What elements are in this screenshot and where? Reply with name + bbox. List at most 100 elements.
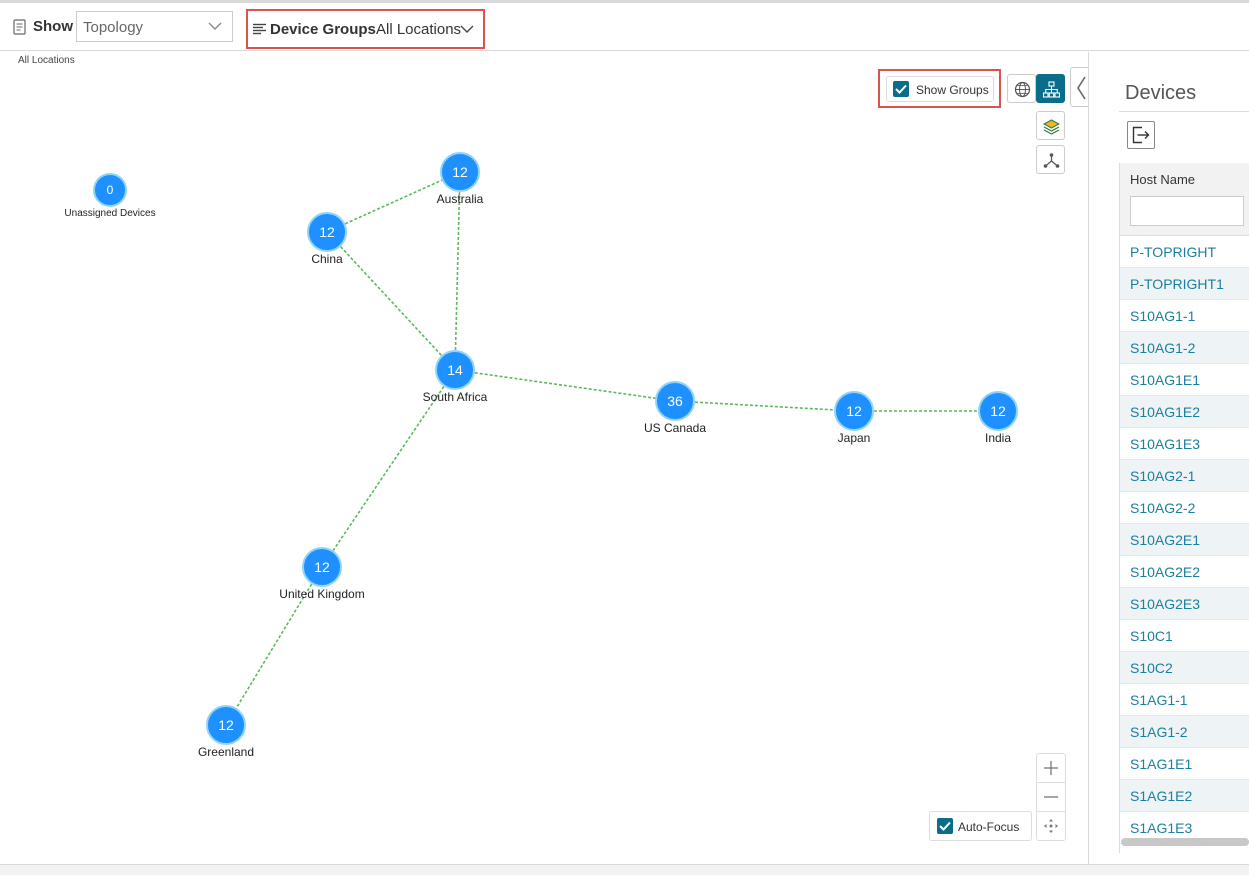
topology-map[interactable]: 0 Unassigned Devices 12 Australia 12 China 14 S… bbox=[0, 52, 1088, 864]
device-groups-label: Device Groups bbox=[270, 21, 376, 38]
checkmark-icon bbox=[895, 84, 907, 94]
host-name-link[interactable]: S1AG1-2 bbox=[1130, 724, 1188, 740]
topology-view-button[interactable] bbox=[1036, 74, 1065, 103]
table-row[interactable]: S10AG1-1 bbox=[1120, 300, 1249, 332]
host-name-link[interactable]: S10AG1E3 bbox=[1130, 436, 1200, 452]
export-icon bbox=[1132, 126, 1150, 144]
table-row[interactable]: S10AG2-2 bbox=[1120, 492, 1249, 524]
plus-icon bbox=[1044, 761, 1058, 775]
group-node-unassigned[interactable]: 0 bbox=[93, 173, 127, 207]
group-node-united-kingdom[interactable]: 12 bbox=[302, 547, 342, 587]
table-row[interactable]: S10AG2E3 bbox=[1120, 588, 1249, 620]
group-node-greenland[interactable]: 12 bbox=[206, 705, 246, 745]
link-china-south-africa[interactable] bbox=[326, 231, 456, 371]
fit-to-screen-icon bbox=[1044, 819, 1058, 833]
table-row[interactable]: P-TOPRIGHT1 bbox=[1120, 268, 1249, 300]
view-select-value: Topology bbox=[83, 19, 144, 36]
group-node-label: Greenland bbox=[197, 745, 255, 759]
host-name-link[interactable]: S10C1 bbox=[1130, 628, 1173, 644]
host-name-filter-input[interactable] bbox=[1130, 196, 1244, 226]
layers-button[interactable] bbox=[1036, 111, 1065, 140]
horizontal-scrollbar[interactable] bbox=[1121, 838, 1249, 846]
table-row[interactable]: S1AG1E1 bbox=[1120, 748, 1249, 780]
table-row[interactable]: S10AG2-1 bbox=[1120, 460, 1249, 492]
group-node-label: Unassigned Devices bbox=[64, 208, 156, 219]
table-row[interactable]: S1AG1E2 bbox=[1120, 780, 1249, 812]
link-us-canada-japan[interactable] bbox=[674, 400, 855, 412]
show-groups-toggle[interactable]: Show Groups bbox=[886, 76, 994, 102]
group-node-japan[interactable]: 12 bbox=[834, 391, 874, 431]
table-row[interactable]: S10C2 bbox=[1120, 652, 1249, 684]
export-button[interactable] bbox=[1127, 121, 1155, 149]
host-name-link[interactable]: S10AG1-2 bbox=[1130, 340, 1195, 356]
group-node-label: US Canada bbox=[643, 421, 707, 435]
panel-title: Devices bbox=[1125, 82, 1197, 104]
chevron-down-icon bbox=[208, 22, 222, 30]
topology-links bbox=[225, 171, 998, 726]
toolbar: Show Topology Device Groups All Location… bbox=[0, 3, 1249, 51]
group-node-us-canada[interactable]: 36 bbox=[655, 381, 695, 421]
group-node-label: Australia bbox=[436, 192, 484, 206]
auto-focus-toggle[interactable]: Auto-Focus bbox=[929, 811, 1032, 841]
host-name-link[interactable]: P-TOPRIGHT1 bbox=[1130, 276, 1224, 292]
device-groups-selector[interactable]: Device Groups All Locations bbox=[246, 9, 485, 49]
chevron-down-icon bbox=[460, 25, 474, 33]
table-row[interactable]: P-TOPRIGHT bbox=[1120, 236, 1249, 268]
host-name-link[interactable]: S10AG2-2 bbox=[1130, 500, 1195, 516]
host-name-link[interactable]: S10C2 bbox=[1130, 660, 1173, 676]
table-row[interactable]: S10AG2E1 bbox=[1120, 524, 1249, 556]
link-south-africa-us-canada[interactable] bbox=[454, 369, 676, 402]
group-node-label: South Africa bbox=[422, 390, 488, 404]
list-view-icon bbox=[13, 19, 26, 35]
minus-icon bbox=[1044, 796, 1058, 798]
group-node-india[interactable]: 12 bbox=[978, 391, 1018, 431]
host-name-link[interactable]: S10AG1-1 bbox=[1130, 308, 1195, 324]
table-row[interactable]: S10AG2E2 bbox=[1120, 556, 1249, 588]
host-name-link[interactable]: S10AG1E2 bbox=[1130, 404, 1200, 420]
table-row[interactable]: S10AG1-2 bbox=[1120, 332, 1249, 364]
table-row[interactable]: S1AG1-1 bbox=[1120, 684, 1249, 716]
table-row[interactable]: S1AG1-2 bbox=[1120, 716, 1249, 748]
auto-focus-checkbox[interactable] bbox=[937, 818, 953, 834]
show-groups-label: Show Groups bbox=[916, 83, 989, 97]
globe-icon bbox=[1014, 81, 1031, 98]
host-name-column-header[interactable]: Host Name bbox=[1130, 172, 1195, 187]
group-node-australia[interactable]: 12 bbox=[440, 152, 480, 192]
host-name-link[interactable]: S10AG2E1 bbox=[1130, 532, 1200, 548]
host-name-link[interactable]: S10AG2E3 bbox=[1130, 596, 1200, 612]
panel-title-rule bbox=[1119, 111, 1249, 112]
host-name-link[interactable]: S1AG1E3 bbox=[1130, 820, 1192, 836]
zoom-out-button[interactable] bbox=[1037, 783, 1065, 812]
host-name-link[interactable]: S1AG1E1 bbox=[1130, 756, 1192, 772]
table-header: Host Name bbox=[1120, 163, 1249, 236]
layers-icon bbox=[1043, 119, 1060, 135]
devices-table: Host Name P-TOPRIGHT P-TOPRIGHT1 S10AG1-1 S… bbox=[1119, 163, 1249, 853]
devices-panel: Devices Host Name P-TOPRIGHT P-TOPRIGHT1 S… bbox=[1089, 52, 1249, 864]
network-layout-icon bbox=[1043, 153, 1060, 168]
fit-view-button[interactable] bbox=[1037, 812, 1065, 841]
checkmark-icon bbox=[939, 821, 951, 831]
group-node-china[interactable]: 12 bbox=[307, 212, 347, 252]
host-name-link[interactable]: S10AG2-1 bbox=[1130, 468, 1195, 484]
host-name-link[interactable]: S10AG1E1 bbox=[1130, 372, 1200, 388]
device-groups-value: All Locations bbox=[376, 21, 462, 38]
host-name-link[interactable]: S1AG1-1 bbox=[1130, 692, 1188, 708]
menu-lines-icon bbox=[253, 23, 266, 35]
geo-map-view-button[interactable] bbox=[1007, 74, 1036, 103]
zoom-in-button[interactable] bbox=[1037, 754, 1065, 783]
show-groups-highlight: Show Groups bbox=[878, 69, 1001, 108]
host-name-link[interactable]: P-TOPRIGHT bbox=[1130, 244, 1216, 260]
group-node-south-africa[interactable]: 14 bbox=[435, 350, 475, 390]
zoom-controls bbox=[1036, 753, 1066, 841]
group-node-label: China bbox=[311, 252, 343, 266]
table-row[interactable]: S10AG1E2 bbox=[1120, 396, 1249, 428]
table-row[interactable]: S10C1 bbox=[1120, 620, 1249, 652]
table-rows: P-TOPRIGHT P-TOPRIGHT1 S10AG1-1 S10AG1-2 S10… bbox=[1120, 236, 1249, 844]
view-select[interactable]: Topology bbox=[76, 11, 233, 42]
table-row[interactable]: S10AG1E1 bbox=[1120, 364, 1249, 396]
table-row[interactable]: S10AG1E3 bbox=[1120, 428, 1249, 460]
layout-button[interactable] bbox=[1036, 145, 1065, 174]
show-groups-checkbox[interactable] bbox=[893, 81, 909, 97]
host-name-link[interactable]: S1AG1E2 bbox=[1130, 788, 1192, 804]
host-name-link[interactable]: S10AG2E2 bbox=[1130, 564, 1200, 580]
